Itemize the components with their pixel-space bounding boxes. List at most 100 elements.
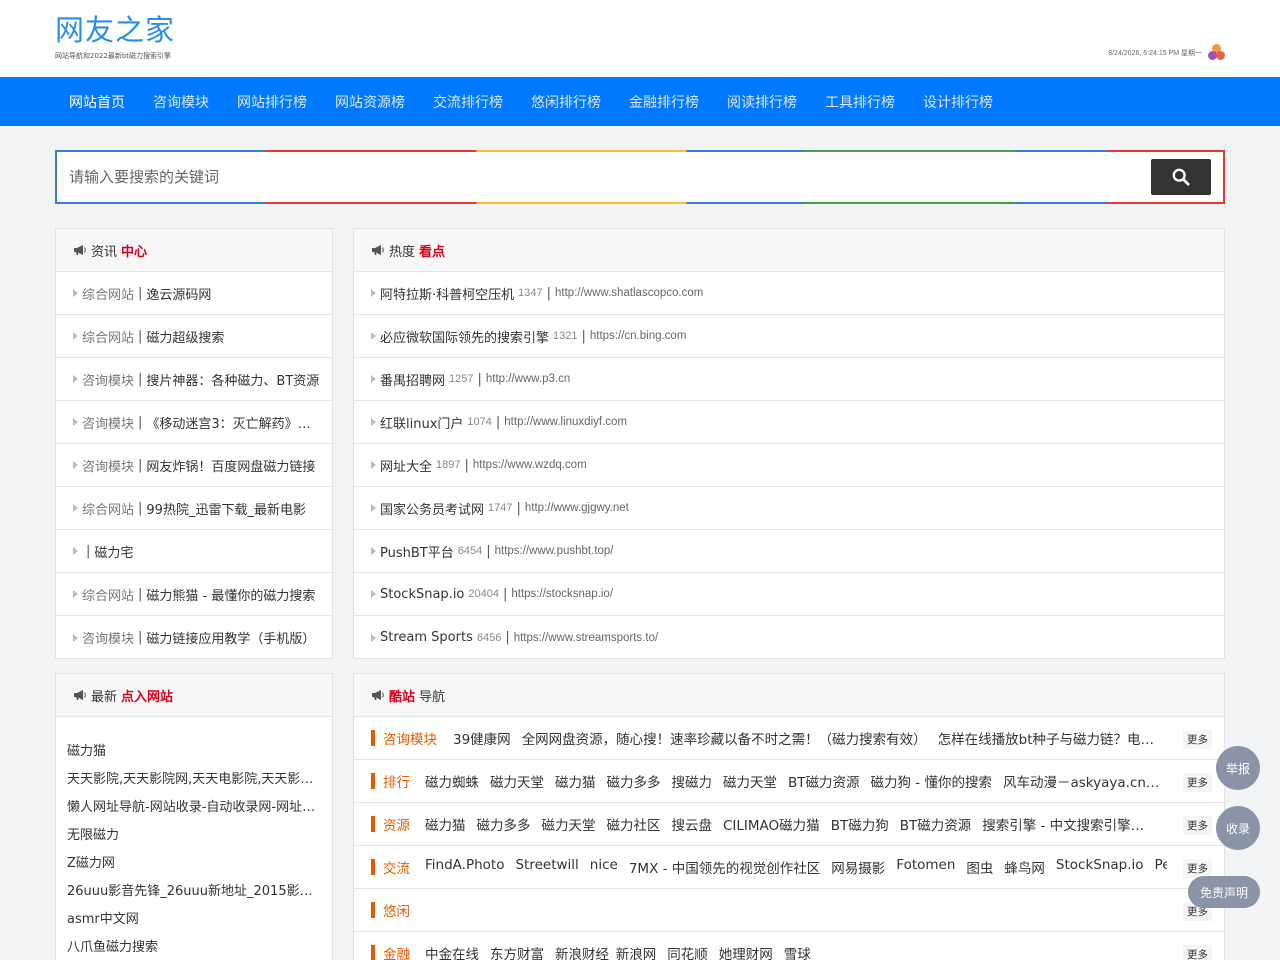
news-title-link[interactable]: 网友炸锅！百度网盘磁力链接 — [146, 456, 315, 475]
nav-item[interactable]: 工具排行榜 — [811, 92, 909, 112]
cool-link[interactable]: 中金在线 — [425, 943, 479, 960]
hot-site-name[interactable]: 网址大全 — [380, 456, 432, 475]
cool-link[interactable]: 她理财网 — [719, 943, 773, 960]
cool-category[interactable]: 资源 — [383, 814, 417, 834]
cool-link[interactable]: 网易摄影 — [831, 857, 885, 877]
news-title-link[interactable]: 《移动迷宫3：灭亡解药》在线观看 — [146, 413, 320, 432]
news-category[interactable]: 咨询模块 — [82, 456, 134, 475]
cool-link[interactable]: Streetwill — [515, 857, 578, 877]
report-button[interactable]: 举报 — [1216, 746, 1260, 790]
news-title-link[interactable]: 搜片神器：各种磁力、BT资源 — [146, 370, 319, 389]
hot-item[interactable]: 红联linux门户 1074 | http://www.linuxdiyf.com — [354, 401, 1224, 444]
cool-link[interactable]: 磁力天堂 — [542, 814, 596, 834]
hot-item[interactable]: 番禺招聘网 1257 | http://www.p3.cn — [354, 358, 1224, 401]
hot-item[interactable]: StockSnap.io 20404 | https://stocksnap.io/ — [354, 573, 1224, 616]
cool-category[interactable]: 悠闲 — [383, 900, 417, 920]
news-item[interactable]: 咨询模块 | 磁力链接应用教学（手机版） — [56, 616, 332, 659]
news-category[interactable]: 综合网站 — [82, 499, 134, 518]
news-category[interactable]: 综合网站 — [82, 327, 134, 346]
cool-link[interactable]: 磁力天堂 — [490, 771, 544, 791]
hot-site-name[interactable]: 番禺招聘网 — [380, 370, 445, 389]
cool-link[interactable]: 全网网盘资源，随心搜！速率珍藏以备不时之需！（磁力搜索有效） — [522, 728, 927, 748]
nav-item[interactable]: 金融排行榜 — [615, 92, 713, 112]
logo-title[interactable]: 网友之家 — [55, 12, 175, 48]
newest-item[interactable]: 26uuu影音先锋_26uuu新地址_2015影音先锋 — [67, 878, 320, 906]
cool-link[interactable]: nice — [590, 857, 618, 877]
cool-link[interactable]: BT磁力资源 — [900, 814, 972, 834]
hot-item[interactable]: 必应微软国际领先的搜索引擎 1321 | https://cn.bing.com — [354, 315, 1224, 358]
cool-link[interactable]: 39健康网 — [453, 728, 511, 748]
site-logo[interactable]: 网友之家 网站导航和2022最新bt磁力搜索引擎 — [55, 12, 175, 61]
nav-item[interactable]: 交流排行榜 — [419, 92, 517, 112]
cool-link[interactable]: 磁力社区 — [607, 814, 661, 834]
cool-link[interactable]: 蜂鸟网 — [1004, 857, 1045, 877]
news-item[interactable]: 咨询模块 | 网友炸锅！百度网盘磁力链接 — [56, 444, 332, 487]
hot-url[interactable]: https://www.streamsports.to/ — [514, 632, 658, 644]
hot-site-name[interactable]: PushBT平台 — [380, 542, 454, 561]
hot-url[interactable]: http://www.gjgwy.net — [525, 502, 629, 514]
disclaimer-button[interactable]: 免责声明 — [1188, 876, 1260, 908]
hot-site-name[interactable]: 国家公务员考试网 — [380, 499, 484, 518]
cool-link[interactable]: CILIMAO磁力猫 — [723, 814, 820, 834]
nav-item[interactable]: 阅读排行榜 — [713, 92, 811, 112]
news-item[interactable]: 咨询模块 | 搜片神器：各种磁力、BT资源 — [56, 358, 332, 401]
newest-item[interactable]: 磁力猫 — [67, 738, 320, 766]
news-item[interactable]: | 磁力宅 — [56, 530, 332, 573]
cool-link[interactable]: 搜索引擎 - 中文搜索引擎… — [982, 814, 1144, 834]
nav-item[interactable]: 网站资源榜 — [321, 92, 419, 112]
news-item[interactable]: 综合网站 | 磁力熊猫 - 最懂你的磁力搜索 — [56, 573, 332, 616]
news-category[interactable]: 综合网站 — [82, 585, 134, 604]
nav-item[interactable]: 网站首页 — [55, 92, 139, 112]
hot-item[interactable]: PushBT平台 6454 | https://www.pushbt.top/ — [354, 530, 1224, 573]
cool-link[interactable]: 磁力蜘蛛 — [425, 771, 479, 791]
more-link[interactable]: 更多 — [1183, 945, 1212, 960]
cool-link[interactable]: 7MX - 中国领先的视觉创作社区 — [629, 857, 820, 877]
nav-item[interactable]: 设计排行榜 — [909, 92, 1007, 112]
news-item[interactable]: 咨询模块|《移动迷宫3：灭亡解药》在线观看 — [56, 401, 332, 444]
search-button[interactable] — [1151, 159, 1211, 195]
cool-link[interactable]: 新浪财经_新浪网 — [555, 943, 656, 960]
news-item[interactable]: 综合网站 | 磁力超级搜索 — [56, 315, 332, 358]
newest-item[interactable]: 八爪鱼磁力搜索 — [67, 934, 320, 960]
search-input[interactable] — [69, 152, 1129, 202]
hot-url[interactable]: http://www.linuxdiyf.com — [504, 416, 627, 428]
collect-button[interactable]: 收录 — [1216, 806, 1260, 850]
hot-url[interactable]: https://stocksnap.io/ — [511, 588, 613, 600]
news-title-link[interactable]: 磁力宅 — [94, 542, 133, 561]
hot-url[interactable]: https://cn.bing.com — [590, 330, 687, 342]
cool-category[interactable]: 金融 — [383, 943, 417, 960]
hot-url[interactable]: https://www.wzdq.com — [473, 459, 587, 471]
nav-item[interactable]: 咨询模块 — [139, 92, 223, 112]
cool-link[interactable]: 同花顺 — [667, 943, 708, 960]
more-link[interactable]: 更多 — [1183, 730, 1212, 749]
nav-item[interactable]: 悠闲排行榜 — [517, 92, 615, 112]
news-item[interactable]: 综合网站 | 逸云源码网 — [56, 272, 332, 315]
hot-site-name[interactable]: StockSnap.io — [380, 587, 464, 602]
newest-item[interactable]: 懒人网址导航-网站收录-自动收录网-网址导航 — [67, 794, 320, 822]
hot-item[interactable]: 阿特拉斯·科普柯空压机 1347 | http://www.shatlascopco.… — [354, 272, 1224, 315]
hot-url[interactable]: https://www.pushbt.top/ — [495, 545, 614, 557]
news-category[interactable]: 咨询模块 — [82, 413, 134, 432]
cool-link[interactable]: 磁力天堂 — [723, 771, 777, 791]
news-category[interactable]: 综合网站 — [82, 284, 134, 303]
cool-link[interactable]: 风车动漫－askyaya.cn… — [1003, 771, 1159, 791]
cool-link[interactable]: FindA.Photo — [425, 857, 504, 877]
cool-link[interactable]: 磁力多多 — [477, 814, 531, 834]
cool-category[interactable]: 咨询模块 — [383, 728, 445, 748]
newest-item[interactable]: asmr中文网 — [67, 906, 320, 934]
news-title-link[interactable]: 磁力熊猫 - 最懂你的磁力搜索 — [146, 585, 315, 604]
cool-category[interactable]: 交流 — [383, 857, 417, 877]
cool-link[interactable]: StockSnap.io — [1056, 857, 1144, 877]
cool-link[interactable]: 东方财富 — [490, 943, 544, 960]
hot-item[interactable]: 国家公务员考试网 1747 | http://www.gjgwy.net — [354, 487, 1224, 530]
newest-item[interactable]: 天天影院,天天影院网,天天电影院,天天影院在线 — [67, 766, 320, 794]
cool-category[interactable]: 排行 — [383, 771, 417, 791]
newest-item[interactable]: 无限磁力 — [67, 822, 320, 850]
hot-url[interactable]: http://www.p3.cn — [486, 373, 570, 385]
hot-item[interactable]: 网址大全 1897 | https://www.wzdq.com — [354, 444, 1224, 487]
newest-item[interactable]: Z磁力网 — [67, 850, 320, 878]
cool-link[interactable]: 搜云盘 — [672, 814, 713, 834]
cool-link[interactable]: Pe… — [1155, 857, 1167, 877]
cool-link[interactable]: 磁力猫 — [555, 771, 596, 791]
more-link[interactable]: 更多 — [1183, 816, 1212, 835]
